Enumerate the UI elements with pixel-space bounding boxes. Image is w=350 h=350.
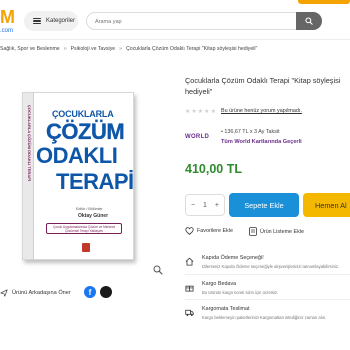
breadcrumb-item[interactable]: Psikoloji ve Tavsiye <box>71 46 116 56</box>
cover-title-line: ÇOCUKLARLA <box>52 109 114 119</box>
feature-item: Kargomata Teslimat Kargo beklemeyin pake… <box>185 299 350 324</box>
book-cover: ÇOCUKLARLA ÇÖZÜM ODAKLI TERAPİ Editör / … <box>34 93 134 259</box>
breadcrumb-separator: » <box>119 46 123 52</box>
send-icon <box>0 289 8 297</box>
search-button[interactable] <box>296 12 322 30</box>
star-icon: ★ <box>197 109 204 115</box>
publisher-logo <box>82 243 90 252</box>
feature-subtitle: Kargo beklemeyin paketlerinizi Kargomatt… <box>202 315 327 320</box>
feature-subtitle: Dilerseniz Kapıda Ödeme seçeneğiyle alış… <box>202 264 340 269</box>
breadcrumb-separator: » <box>63 46 67 52</box>
star-icon: ★ <box>210 109 216 115</box>
feature-item: Kapıda Ödeme Seçeneği! Dilerseniz Kapıda… <box>185 249 350 274</box>
list-label: Ürün Listeme Ekle <box>260 228 305 235</box>
card-validity: Tüm World Kartlarında Geçerli <box>221 139 302 145</box>
product-price: 410,00 TL <box>185 162 242 176</box>
logo-mark: M <box>0 7 15 27</box>
list-icon <box>249 227 257 236</box>
add-to-list-button[interactable]: Ürün Listeme Ekle <box>249 227 304 236</box>
breadcrumb: Sağlık, Spor ve Beslenme » Psikoloji ve … <box>0 46 350 56</box>
zoom-icon[interactable] <box>153 265 163 275</box>
qty-value[interactable]: 1 <box>203 202 207 209</box>
site-header: M .com Kategoriler <box>0 0 350 40</box>
search-icon <box>305 17 313 25</box>
site-logo[interactable]: M .com <box>0 6 15 34</box>
book-spine: ÇOCUKLARLA ÇÖZÜM ODAKLI TERAPİ <box>23 93 34 259</box>
installment-text: 136,67 TL x 3 Ay Taksit <box>224 129 280 135</box>
x-share-icon[interactable] <box>100 286 112 298</box>
star-icon: ★ <box>185 109 191 115</box>
header-accent-tab[interactable] <box>298 0 350 4</box>
star-icon: ★ <box>204 109 210 115</box>
feature-title: Kargomata Teslimat <box>202 306 250 312</box>
feature-title: Kargo Bedava <box>202 281 237 287</box>
cover-blurb: Çocuk Uygulamalarında Çözüm ve Merkezli … <box>46 223 122 234</box>
add-to-cart-button[interactable]: Sepete Ekle <box>229 193 299 217</box>
favorites-label: Favorilere Ekle <box>197 228 233 234</box>
installment-info: • 136,67 TL x 3 Ay Taksit <box>221 129 280 135</box>
feature-list: Kapıda Ödeme Seçeneği! Dilerseniz Kapıda… <box>185 249 350 324</box>
product-image-area: ÇOCUKLARLA ÇÖZÜM ODAKLI TERAPİ ÇOCUKLARL… <box>0 62 172 282</box>
product-title: Çocuklarla Çözüm Odaklı Terapi "Kitap sö… <box>185 76 341 96</box>
quantity-stepper: − 1 + <box>185 194 225 216</box>
facebook-icon[interactable]: f <box>84 286 96 298</box>
cover-title-line: TERAPİ <box>56 169 134 194</box>
categories-label: Kategoriler <box>46 18 76 24</box>
breadcrumb-item[interactable]: Sağlık, Spor ve Beslenme <box>0 46 60 56</box>
home-icon <box>185 257 194 266</box>
qty-decrease-button[interactable]: − <box>191 202 195 209</box>
cover-author: Oktay Güner <box>78 213 109 219</box>
review-link[interactable]: Bu ürüne henüz yorum yapılmadı. <box>221 108 302 114</box>
truck-icon <box>185 309 194 317</box>
search-input[interactable] <box>95 16 285 27</box>
spine-text: ÇOCUKLARLA ÇÖZÜM ODAKLI TERAPİ <box>27 105 32 182</box>
product-image[interactable]: ÇOCUKLARLA ÇÖZÜM ODAKLI TERAPİ ÇOCUKLARL… <box>22 92 134 260</box>
world-card-logo: WORLD <box>185 134 210 140</box>
rating-stars: ★ ★ ★ ★ ★ <box>185 108 216 115</box>
share-label[interactable]: Ürünü Arkadaşına Öner <box>12 290 71 296</box>
feature-subtitle: Bu ürünün kargo ücreti sizin için ücrets… <box>202 290 279 295</box>
hamburger-icon <box>33 18 41 24</box>
star-icon: ★ <box>191 109 197 115</box>
gift-icon <box>185 285 194 292</box>
search-bar <box>86 12 322 30</box>
share-row: Ürünü Arkadaşına Öner f <box>0 286 121 298</box>
heart-icon <box>185 227 194 235</box>
feature-item: Kargo Bedava Bu ürünün kargo ücreti sizi… <box>185 274 350 299</box>
qty-increase-button[interactable]: + <box>215 202 219 209</box>
favorites-button[interactable]: Favorilere Ekle <box>185 227 233 235</box>
cover-title-line: ODAKLI <box>36 143 118 168</box>
feature-title: Kapıda Ödeme Seçeneği! <box>202 255 264 261</box>
breadcrumb-item[interactable]: Çocuklarla Çözüm Odaklı Terapi "Kitap sö… <box>126 46 257 56</box>
cover-author-role: Editör / Bölümler <box>76 207 103 211</box>
cover-title-line: ÇÖZÜM <box>46 119 125 144</box>
buy-now-button[interactable]: Hemen Al <box>303 193 350 217</box>
categories-button[interactable]: Kategoriler <box>24 11 78 31</box>
logo-sub: .com <box>0 28 14 34</box>
